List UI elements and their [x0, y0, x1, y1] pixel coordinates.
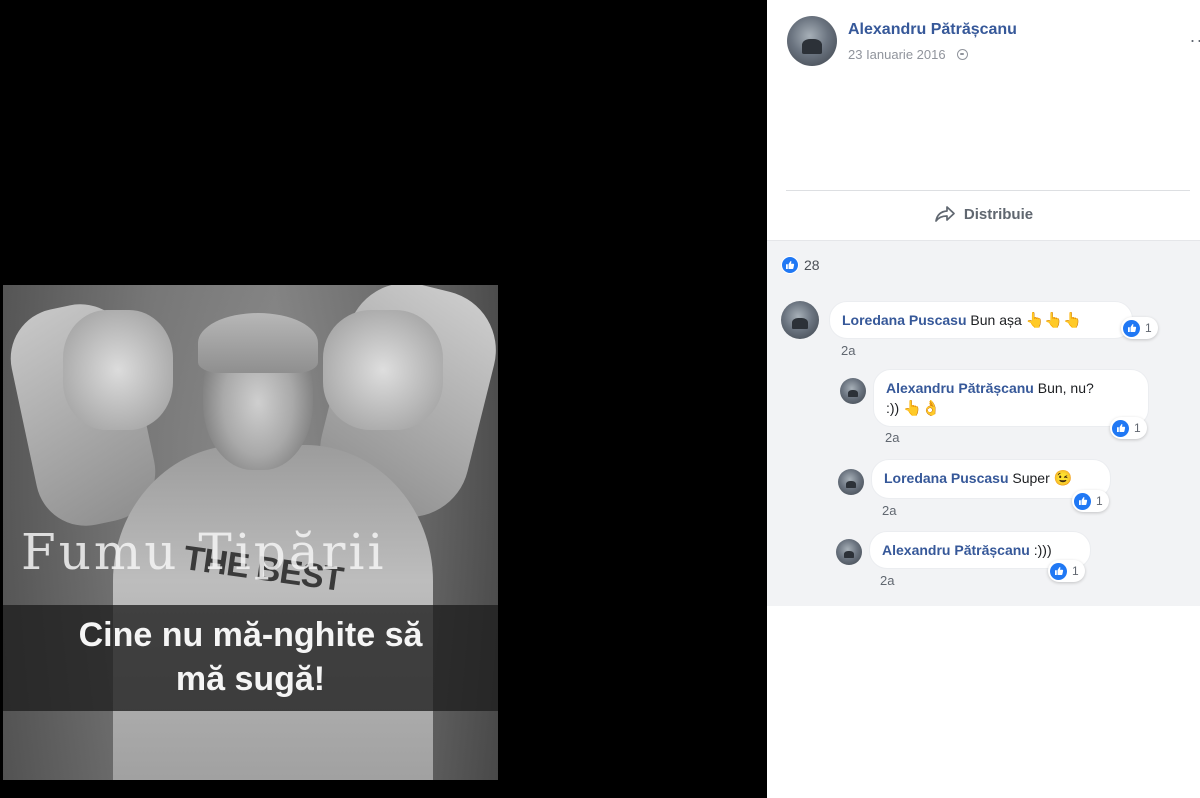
reply-time[interactable]: 2a	[880, 573, 894, 588]
photo-viewer: THE BEST Fumu Tipării Cine nu mă-nghite …	[0, 0, 1200, 798]
comment: Loredana Puscasu Bun așa 👆👆👆 1 2a	[781, 301, 1191, 361]
post-date-text[interactable]: 23 Ianuarie 2016	[848, 47, 946, 62]
photo-hand-left	[63, 310, 173, 430]
reply-bubble: Alexandru Pătrășcanu Bun, nu? :)) 👆👌	[873, 369, 1149, 427]
reply-text-2: :))	[886, 400, 900, 416]
reply: Alexandru Pătrășcanu Bun, nu? :)) 👆👌 1 2…	[840, 369, 1180, 449]
reply-like-count[interactable]: 1	[1110, 417, 1147, 439]
divider	[786, 190, 1190, 191]
like-icon	[1112, 419, 1129, 437]
comment-time[interactable]: 2a	[841, 343, 855, 358]
commenter-avatar[interactable]	[781, 301, 819, 339]
reply-text: Super	[1012, 470, 1050, 486]
like-count: 1	[1145, 321, 1152, 335]
comment-like-count[interactable]: 1	[1121, 317, 1158, 339]
replier-name[interactable]: Alexandru Pătrășcanu	[886, 380, 1034, 396]
author-name[interactable]: Alexandru Pătrășcanu	[848, 21, 1017, 39]
replier-name[interactable]: Loredana Puscasu	[884, 470, 1009, 486]
reaction-count: 28	[804, 257, 820, 273]
share-label: Distribuie	[963, 205, 1034, 223]
replier-avatar[interactable]	[836, 539, 862, 565]
like-icon	[1123, 319, 1140, 337]
post-sidebar: Alexandru Pătrășcanu 23 Ianuarie 2016 ··…	[767, 0, 1200, 798]
replier-avatar[interactable]	[840, 378, 866, 404]
reply-like-count[interactable]: 1	[1072, 490, 1109, 512]
reply-emoji: 😉	[1053, 470, 1073, 487]
like-icon	[1074, 492, 1091, 510]
author-avatar[interactable]	[787, 16, 837, 66]
reply-emoji: 👆👌	[903, 400, 941, 417]
globe-icon	[957, 49, 969, 60]
replier-name[interactable]: Alexandru Pătrășcanu	[882, 542, 1030, 558]
reply: Loredana Puscasu Super 😉 1 2a	[838, 459, 1138, 519]
reply-time[interactable]: 2a	[885, 430, 899, 445]
like-count: 1	[1072, 564, 1079, 578]
photo-hand-right	[323, 310, 443, 430]
reply-text: Bun, nu?	[1037, 380, 1094, 396]
comments-panel: 28 Loredana Puscasu Bun așa 👆👆👆 1 2a Ale…	[767, 240, 1200, 606]
share-button[interactable]: Distribuie	[767, 194, 1200, 234]
photo-stage: THE BEST Fumu Tipării Cine nu mă-nghite …	[0, 0, 767, 798]
photo-caption-line-1: Cine nu mă-nghite să	[78, 616, 423, 654]
sidebar-footer-space	[767, 606, 1200, 798]
reply-like-count[interactable]: 1	[1048, 560, 1085, 582]
like-icon	[781, 256, 799, 274]
reply-time[interactable]: 2a	[882, 503, 896, 518]
commenter-name[interactable]: Loredana Puscasu	[842, 312, 967, 328]
replier-avatar[interactable]	[838, 469, 864, 495]
more-options-button[interactable]: ···	[1189, 31, 1200, 54]
comment-bubble: Loredana Puscasu Bun așa 👆👆👆	[829, 301, 1133, 339]
like-count: 1	[1096, 494, 1103, 508]
photo-beanie	[198, 313, 318, 373]
like-icon	[1050, 562, 1067, 580]
comment-emoji: 👆👆👆	[1025, 312, 1082, 329]
post-photo[interactable]: THE BEST Fumu Tipării Cine nu mă-nghite …	[3, 285, 498, 780]
photo-caption: Cine nu mă-nghite să mă sugă!	[3, 613, 498, 701]
photo-watermark: Fumu Tipării	[21, 523, 387, 581]
post-date[interactable]: 23 Ianuarie 2016	[848, 47, 969, 62]
like-count: 1	[1134, 421, 1141, 435]
reply-text: :)))	[1033, 542, 1052, 558]
share-icon	[935, 206, 955, 222]
post-header: Alexandru Pătrășcanu 23 Ianuarie 2016 ··…	[787, 16, 1200, 68]
comment-text: Bun așa	[970, 312, 1022, 328]
photo-caption-line-2: mă sugă!	[175, 660, 326, 698]
reactions-summary[interactable]: 28	[781, 255, 820, 275]
reply: Alexandru Pătrășcanu :))) 1 2a	[836, 531, 1136, 591]
